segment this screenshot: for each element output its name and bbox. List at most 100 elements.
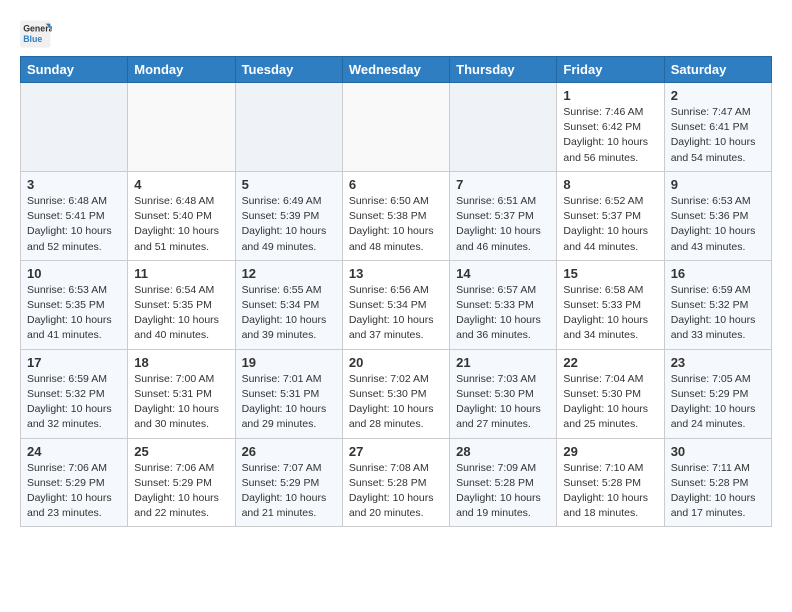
calendar-cell: 27 Sunrise: 7:08 AM Sunset: 5:28 PM Dayli… <box>342 438 449 527</box>
day-number: 22 <box>563 355 657 370</box>
day-number: 19 <box>242 355 336 370</box>
day-number: 30 <box>671 444 765 459</box>
cell-details: Sunrise: 7:03 AM Sunset: 5:30 PM Dayligh… <box>456 372 550 433</box>
day-number: 27 <box>349 444 443 459</box>
day-number: 3 <box>27 177 121 192</box>
day-number: 7 <box>456 177 550 192</box>
logo-icon: General Blue <box>20 20 52 48</box>
calendar-cell: 13Sunrise: 6:56 AM Sunset: 5:34 PM Dayli… <box>342 260 449 349</box>
calendar-body: 1 Sunrise: 7:46 AM Sunset: 6:42 PM Daylig… <box>21 83 772 527</box>
calendar-cell: 23 Sunrise: 7:05 AM Sunset: 5:29 PM Dayli… <box>664 349 771 438</box>
calendar-cell: 3 Sunrise: 6:48 AM Sunset: 5:41 PM Daylig… <box>21 171 128 260</box>
calendar-cell: 11 Sunrise: 6:54 AM Sunset: 5:35 PM Dayli… <box>128 260 235 349</box>
calendar-week-row: 24Sunrise: 7:06 AM Sunset: 5:29 PM Dayli… <box>21 438 772 527</box>
calendar-week-row: 3 Sunrise: 6:48 AM Sunset: 5:41 PM Daylig… <box>21 171 772 260</box>
calendar-cell: 14 Sunrise: 6:57 AM Sunset: 5:33 PM Dayli… <box>450 260 557 349</box>
day-number: 10 <box>27 266 121 281</box>
cell-details: Sunrise: 6:57 AM Sunset: 5:33 PM Dayligh… <box>456 283 550 344</box>
calendar-cell: 24Sunrise: 7:06 AM Sunset: 5:29 PM Dayli… <box>21 438 128 527</box>
day-number: 8 <box>563 177 657 192</box>
day-number: 28 <box>456 444 550 459</box>
day-number: 2 <box>671 88 765 103</box>
calendar-cell: 4 Sunrise: 6:48 AM Sunset: 5:40 PM Daylig… <box>128 171 235 260</box>
calendar-cell: 21 Sunrise: 7:03 AM Sunset: 5:30 PM Dayli… <box>450 349 557 438</box>
weekday-header: Tuesday <box>235 57 342 83</box>
day-number: 29 <box>563 444 657 459</box>
cell-details: Sunrise: 7:06 AM Sunset: 5:29 PM Dayligh… <box>134 461 228 522</box>
day-number: 9 <box>671 177 765 192</box>
calendar-cell: 6 Sunrise: 6:50 AM Sunset: 5:38 PM Daylig… <box>342 171 449 260</box>
cell-details: Sunrise: 7:07 AM Sunset: 5:29 PM Dayligh… <box>242 461 336 522</box>
day-number: 14 <box>456 266 550 281</box>
calendar-cell: 1 Sunrise: 7:46 AM Sunset: 6:42 PM Daylig… <box>557 83 664 172</box>
calendar-table: SundayMondayTuesdayWednesdayThursdayFrid… <box>20 56 772 527</box>
calendar-week-row: 1 Sunrise: 7:46 AM Sunset: 6:42 PM Daylig… <box>21 83 772 172</box>
day-number: 21 <box>456 355 550 370</box>
calendar-cell: 16 Sunrise: 6:59 AM Sunset: 5:32 PM Dayli… <box>664 260 771 349</box>
day-number: 15 <box>563 266 657 281</box>
cell-details: Sunrise: 7:09 AM Sunset: 5:28 PM Dayligh… <box>456 461 550 522</box>
calendar-cell: 7Sunrise: 6:51 AM Sunset: 5:37 PM Daylig… <box>450 171 557 260</box>
calendar-cell: 8 Sunrise: 6:52 AM Sunset: 5:37 PM Daylig… <box>557 171 664 260</box>
day-number: 5 <box>242 177 336 192</box>
calendar-cell: 2 Sunrise: 7:47 AM Sunset: 6:41 PM Daylig… <box>664 83 771 172</box>
cell-details: Sunrise: 6:54 AM Sunset: 5:35 PM Dayligh… <box>134 283 228 344</box>
day-number: 18 <box>134 355 228 370</box>
calendar-cell: 19Sunrise: 7:01 AM Sunset: 5:31 PM Dayli… <box>235 349 342 438</box>
day-number: 17 <box>27 355 121 370</box>
calendar-cell: 17Sunrise: 6:59 AM Sunset: 5:32 PM Dayli… <box>21 349 128 438</box>
cell-details: Sunrise: 7:46 AM Sunset: 6:42 PM Dayligh… <box>563 105 657 166</box>
cell-details: Sunrise: 7:05 AM Sunset: 5:29 PM Dayligh… <box>671 372 765 433</box>
calendar-cell: 20Sunrise: 7:02 AM Sunset: 5:30 PM Dayli… <box>342 349 449 438</box>
calendar-cell: 26Sunrise: 7:07 AM Sunset: 5:29 PM Dayli… <box>235 438 342 527</box>
calendar-cell <box>450 83 557 172</box>
cell-details: Sunrise: 6:53 AM Sunset: 5:36 PM Dayligh… <box>671 194 765 255</box>
calendar-cell: 15 Sunrise: 6:58 AM Sunset: 5:33 PM Dayli… <box>557 260 664 349</box>
calendar-cell: 28 Sunrise: 7:09 AM Sunset: 5:28 PM Dayli… <box>450 438 557 527</box>
svg-text:Blue: Blue <box>23 34 42 44</box>
cell-details: Sunrise: 6:48 AM Sunset: 5:41 PM Dayligh… <box>27 194 121 255</box>
day-number: 16 <box>671 266 765 281</box>
cell-details: Sunrise: 7:11 AM Sunset: 5:28 PM Dayligh… <box>671 461 765 522</box>
cell-details: Sunrise: 6:50 AM Sunset: 5:38 PM Dayligh… <box>349 194 443 255</box>
calendar-cell <box>235 83 342 172</box>
cell-details: Sunrise: 6:59 AM Sunset: 5:32 PM Dayligh… <box>671 283 765 344</box>
calendar-cell <box>342 83 449 172</box>
calendar-header: SundayMondayTuesdayWednesdayThursdayFrid… <box>21 57 772 83</box>
weekday-header: Sunday <box>21 57 128 83</box>
cell-details: Sunrise: 6:53 AM Sunset: 5:35 PM Dayligh… <box>27 283 121 344</box>
cell-details: Sunrise: 7:04 AM Sunset: 5:30 PM Dayligh… <box>563 372 657 433</box>
calendar-cell <box>128 83 235 172</box>
day-number: 4 <box>134 177 228 192</box>
calendar-week-row: 17Sunrise: 6:59 AM Sunset: 5:32 PM Dayli… <box>21 349 772 438</box>
logo: General Blue <box>20 20 56 48</box>
weekday-header: Saturday <box>664 57 771 83</box>
cell-details: Sunrise: 6:56 AM Sunset: 5:34 PM Dayligh… <box>349 283 443 344</box>
cell-details: Sunrise: 7:08 AM Sunset: 5:28 PM Dayligh… <box>349 461 443 522</box>
cell-details: Sunrise: 6:48 AM Sunset: 5:40 PM Dayligh… <box>134 194 228 255</box>
page-header: General Blue <box>20 16 772 48</box>
day-number: 12 <box>242 266 336 281</box>
calendar-cell: 10 Sunrise: 6:53 AM Sunset: 5:35 PM Dayli… <box>21 260 128 349</box>
day-number: 23 <box>671 355 765 370</box>
cell-details: Sunrise: 7:47 AM Sunset: 6:41 PM Dayligh… <box>671 105 765 166</box>
cell-details: Sunrise: 7:06 AM Sunset: 5:29 PM Dayligh… <box>27 461 121 522</box>
cell-details: Sunrise: 6:52 AM Sunset: 5:37 PM Dayligh… <box>563 194 657 255</box>
calendar-cell: 29 Sunrise: 7:10 AM Sunset: 5:28 PM Dayli… <box>557 438 664 527</box>
weekday-header: Thursday <box>450 57 557 83</box>
cell-details: Sunrise: 6:49 AM Sunset: 5:39 PM Dayligh… <box>242 194 336 255</box>
weekday-header: Wednesday <box>342 57 449 83</box>
weekday-header: Monday <box>128 57 235 83</box>
calendar-cell: 18Sunrise: 7:00 AM Sunset: 5:31 PM Dayli… <box>128 349 235 438</box>
calendar-week-row: 10 Sunrise: 6:53 AM Sunset: 5:35 PM Dayli… <box>21 260 772 349</box>
day-number: 1 <box>563 88 657 103</box>
day-number: 25 <box>134 444 228 459</box>
calendar-cell: 25 Sunrise: 7:06 AM Sunset: 5:29 PM Dayli… <box>128 438 235 527</box>
cell-details: Sunrise: 7:02 AM Sunset: 5:30 PM Dayligh… <box>349 372 443 433</box>
day-number: 6 <box>349 177 443 192</box>
day-number: 11 <box>134 266 228 281</box>
calendar-cell: 5 Sunrise: 6:49 AM Sunset: 5:39 PM Daylig… <box>235 171 342 260</box>
cell-details: Sunrise: 7:10 AM Sunset: 5:28 PM Dayligh… <box>563 461 657 522</box>
cell-details: Sunrise: 6:58 AM Sunset: 5:33 PM Dayligh… <box>563 283 657 344</box>
cell-details: Sunrise: 6:55 AM Sunset: 5:34 PM Dayligh… <box>242 283 336 344</box>
